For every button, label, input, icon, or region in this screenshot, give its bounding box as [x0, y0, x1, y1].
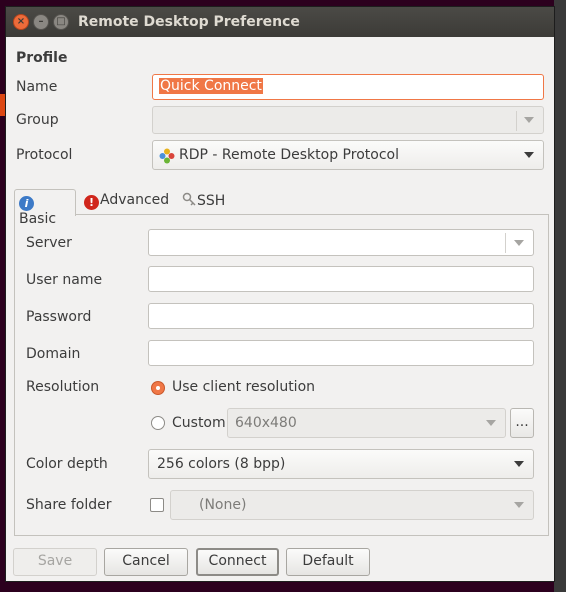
name-field[interactable]: Quick Connect	[152, 74, 544, 100]
cancel-button[interactable]: Cancel	[104, 548, 188, 576]
chevron-down-icon	[514, 461, 524, 467]
window-title: Remote Desktop Preference	[78, 14, 300, 30]
tab-ssh[interactable]: SSH	[178, 189, 234, 215]
default-button[interactable]: Default	[286, 548, 370, 576]
resolution-label: Resolution	[26, 379, 100, 395]
color-depth-value: 256 colors (8 bpp)	[157, 456, 286, 472]
custom-resolution-radio[interactable]	[151, 416, 165, 430]
domain-field[interactable]	[148, 340, 534, 366]
color-depth-combo[interactable]: 256 colors (8 bpp)	[148, 449, 534, 479]
share-folder-checkbox[interactable]	[150, 498, 164, 512]
username-label: User name	[26, 272, 103, 288]
domain-label: Domain	[26, 346, 81, 362]
server-combo-entry[interactable]	[148, 229, 534, 256]
combo-separator	[516, 111, 517, 131]
profile-heading: Profile	[16, 50, 68, 66]
tab-advanced[interactable]: ! Advanced	[80, 189, 174, 215]
info-icon: i	[19, 196, 34, 211]
share-folder-label: Share folder	[26, 497, 112, 513]
save-button[interactable]: Save	[13, 548, 97, 576]
chevron-down-icon	[524, 117, 534, 123]
rdp-plugin-icon	[159, 148, 175, 164]
tab-basic-label: Basic	[19, 211, 57, 227]
server-label: Server	[26, 235, 72, 251]
custom-resolution-combo[interactable]: 640x480	[227, 408, 506, 438]
custom-resolution-label[interactable]: Custom	[172, 415, 226, 431]
connect-button[interactable]: Connect	[196, 548, 279, 576]
protocol-combo-value: RDP - Remote Desktop Protocol	[179, 147, 399, 163]
group-combo[interactable]	[152, 106, 544, 134]
preference-dialog: × – □ Remote Desktop Preference Profile …	[5, 6, 555, 582]
chevron-down-icon	[514, 502, 524, 508]
protocol-combo[interactable]: RDP - Remote Desktop Protocol	[152, 140, 544, 170]
combo-separator	[505, 233, 506, 253]
share-folder-chooser[interactable]: (None)	[170, 490, 534, 520]
tab-advanced-label: Advanced	[100, 192, 170, 208]
password-field[interactable]	[148, 303, 534, 329]
warning-icon: !	[84, 195, 99, 210]
group-label: Group	[16, 112, 59, 128]
tab-panel-basic	[14, 214, 549, 536]
use-client-resolution-label[interactable]: Use client resolution	[172, 379, 315, 395]
protocol-label: Protocol	[16, 147, 73, 163]
password-label: Password	[26, 309, 92, 325]
background-window-edge-right	[554, 0, 566, 592]
chevron-down-icon	[486, 420, 496, 426]
key-icon	[182, 192, 196, 206]
username-field[interactable]	[148, 266, 534, 292]
minimize-window-button[interactable]: –	[33, 14, 49, 30]
tab-basic[interactable]: iBasic	[14, 189, 76, 227]
use-client-resolution-radio[interactable]	[151, 381, 165, 395]
color-depth-label: Color depth	[26, 456, 108, 472]
maximize-window-button[interactable]: □	[53, 14, 69, 30]
chevron-down-icon	[514, 240, 524, 246]
share-folder-value: (None)	[199, 497, 247, 513]
title-bar[interactable]: × – □ Remote Desktop Preference	[6, 7, 554, 37]
name-label: Name	[16, 79, 58, 95]
name-field-value: Quick Connect	[159, 78, 263, 94]
tab-ssh-label: SSH	[197, 193, 226, 209]
custom-resolution-more-button[interactable]: ...	[510, 408, 534, 438]
custom-resolution-value: 640x480	[235, 415, 297, 431]
chevron-down-icon	[524, 152, 534, 158]
close-window-button[interactable]: ×	[13, 14, 29, 30]
